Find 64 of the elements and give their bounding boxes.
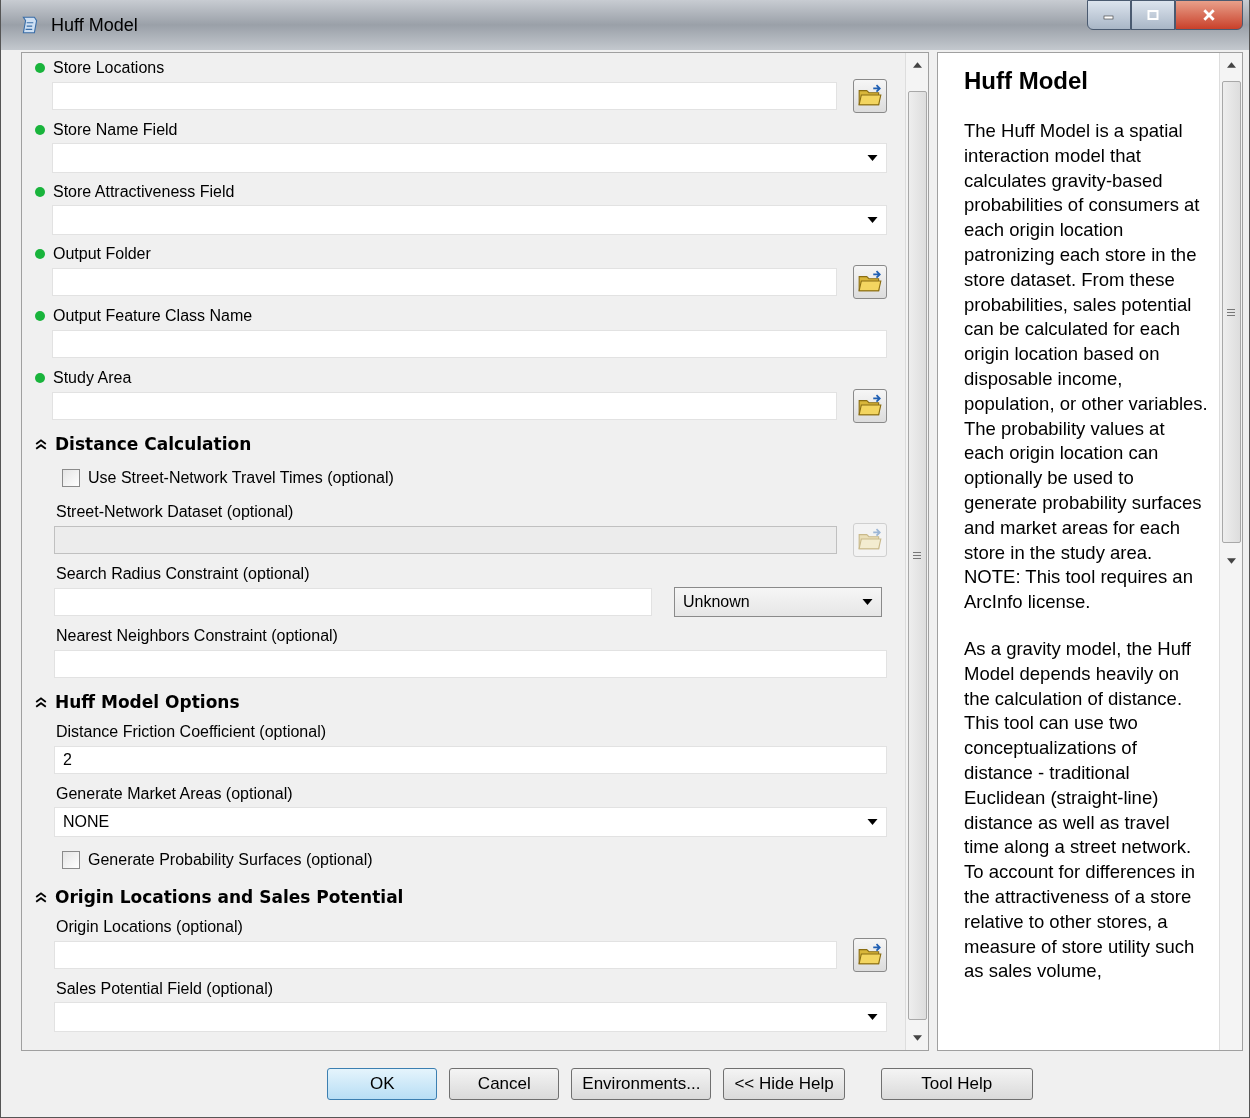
input-field[interactable]: [52, 82, 837, 110]
hide-help-button[interactable]: << Hide Help: [723, 1068, 845, 1100]
input-field[interactable]: [54, 941, 837, 969]
maximize-icon: [1147, 10, 1159, 20]
parameter-label: Origin Locations (optional): [56, 918, 243, 936]
browse-button[interactable]: [853, 938, 887, 972]
scrollbar[interactable]: [905, 53, 928, 1050]
section-title: Origin Locations and Sales Potential: [55, 887, 404, 907]
input-field[interactable]: [52, 268, 837, 296]
parameter-label: Study Area: [53, 369, 132, 387]
input-field[interactable]: [54, 650, 887, 678]
checkbox[interactable]: [62, 851, 80, 869]
input-field[interactable]: [52, 330, 887, 358]
maximize-button[interactable]: [1131, 0, 1175, 30]
help-paragraph: As a gravity model, the Huff Model depends heavily on the calculation of distance. This tool can use two conceptualizations of distance - traditional Euclidean (straight-line) distance as well as travel time along a street network. To account for differences in the attractiveness of a store relative to other stores, a measure of store utility such as sales volume,: [964, 636, 1197, 984]
parameter-label: Output Folder: [53, 245, 151, 263]
help-paragraph: The Huff Model is a spatial interaction model that calculates gravity-based probabilities of consumers at each origin location patronizing each store in the store dataset. From these probabilities, sales potential can be calculated for each origin location based on disposable income, population, or other variables. The probability values at each origin location can optionally be used to generate probability surfaces and market areas for each store in the study area. NOTE: This tool requires an ArcInfo license.: [964, 119, 1209, 615]
parameter-label: Output Feature Class Name: [53, 307, 253, 325]
grip-icon: [913, 552, 921, 559]
dropdown-arrow-icon: [867, 217, 878, 223]
grip-icon: [1227, 308, 1235, 316]
collapse-icon[interactable]: [35, 696, 47, 708]
dropdown-arrow-icon: [867, 819, 878, 825]
scroll-down-icon[interactable]: [1226, 558, 1236, 564]
parameter-label: Store Attractiveness Field: [53, 183, 235, 201]
unit-dropdown[interactable]: Unknown: [674, 587, 882, 617]
parameter-label: Store Name Field: [53, 121, 178, 139]
input-field[interactable]: [54, 588, 652, 616]
tool-help-button[interactable]: Tool Help: [880, 1068, 1033, 1100]
parameter-label: Search Radius Constraint (optional): [56, 565, 310, 583]
dropdown-arrow-icon: [867, 155, 878, 161]
section-title: Huff Model Options: [55, 692, 240, 712]
parameter-label: Generate Market Areas (optional): [56, 785, 293, 803]
environments-button[interactable]: Environments...: [571, 1068, 712, 1100]
input-field[interactable]: 2: [54, 746, 887, 774]
browse-button[interactable]: [853, 79, 887, 113]
parameter-label: Street-Network Dataset (optional): [56, 503, 294, 521]
window-title: Huff Model: [51, 14, 138, 36]
parameter-label: Store Locations: [53, 59, 165, 77]
close-button[interactable]: [1175, 0, 1243, 30]
checkbox-label: Generate Probability Surfaces (optional): [88, 851, 373, 869]
dropdown-arrow-icon: [867, 1014, 878, 1020]
checkbox-label: Use Street-Network Travel Times (optional): [88, 469, 394, 487]
browse-button[interactable]: [853, 389, 887, 423]
help-title: Huff Model: [964, 67, 1089, 95]
minimize-button[interactable]: [1087, 0, 1131, 30]
scroll-down-icon[interactable]: [912, 1035, 922, 1041]
cancel-button[interactable]: Cancel: [449, 1068, 560, 1100]
ok-button[interactable]: OK: [327, 1068, 438, 1100]
dropdown[interactable]: NONE: [54, 807, 887, 837]
browse-button[interactable]: [853, 265, 887, 299]
dropdown-arrow-icon: [862, 599, 873, 605]
scroll-up-icon[interactable]: [1226, 62, 1236, 68]
parameter-label: Distance Friction Coefficient (optional): [56, 723, 327, 741]
section-title: Distance Calculation: [55, 434, 252, 454]
collapse-icon[interactable]: [35, 438, 47, 450]
close-icon: [1202, 9, 1216, 21]
checkbox[interactable]: [62, 469, 80, 487]
input-field[interactable]: [52, 392, 837, 420]
parameter-label: Sales Potential Field (optional): [56, 980, 273, 998]
scrollbar[interactable]: [1219, 53, 1242, 1050]
collapse-icon[interactable]: [35, 891, 47, 903]
parameter-label: Nearest Neighbors Constraint (optional): [56, 627, 338, 645]
scroll-up-icon[interactable]: [912, 62, 922, 68]
